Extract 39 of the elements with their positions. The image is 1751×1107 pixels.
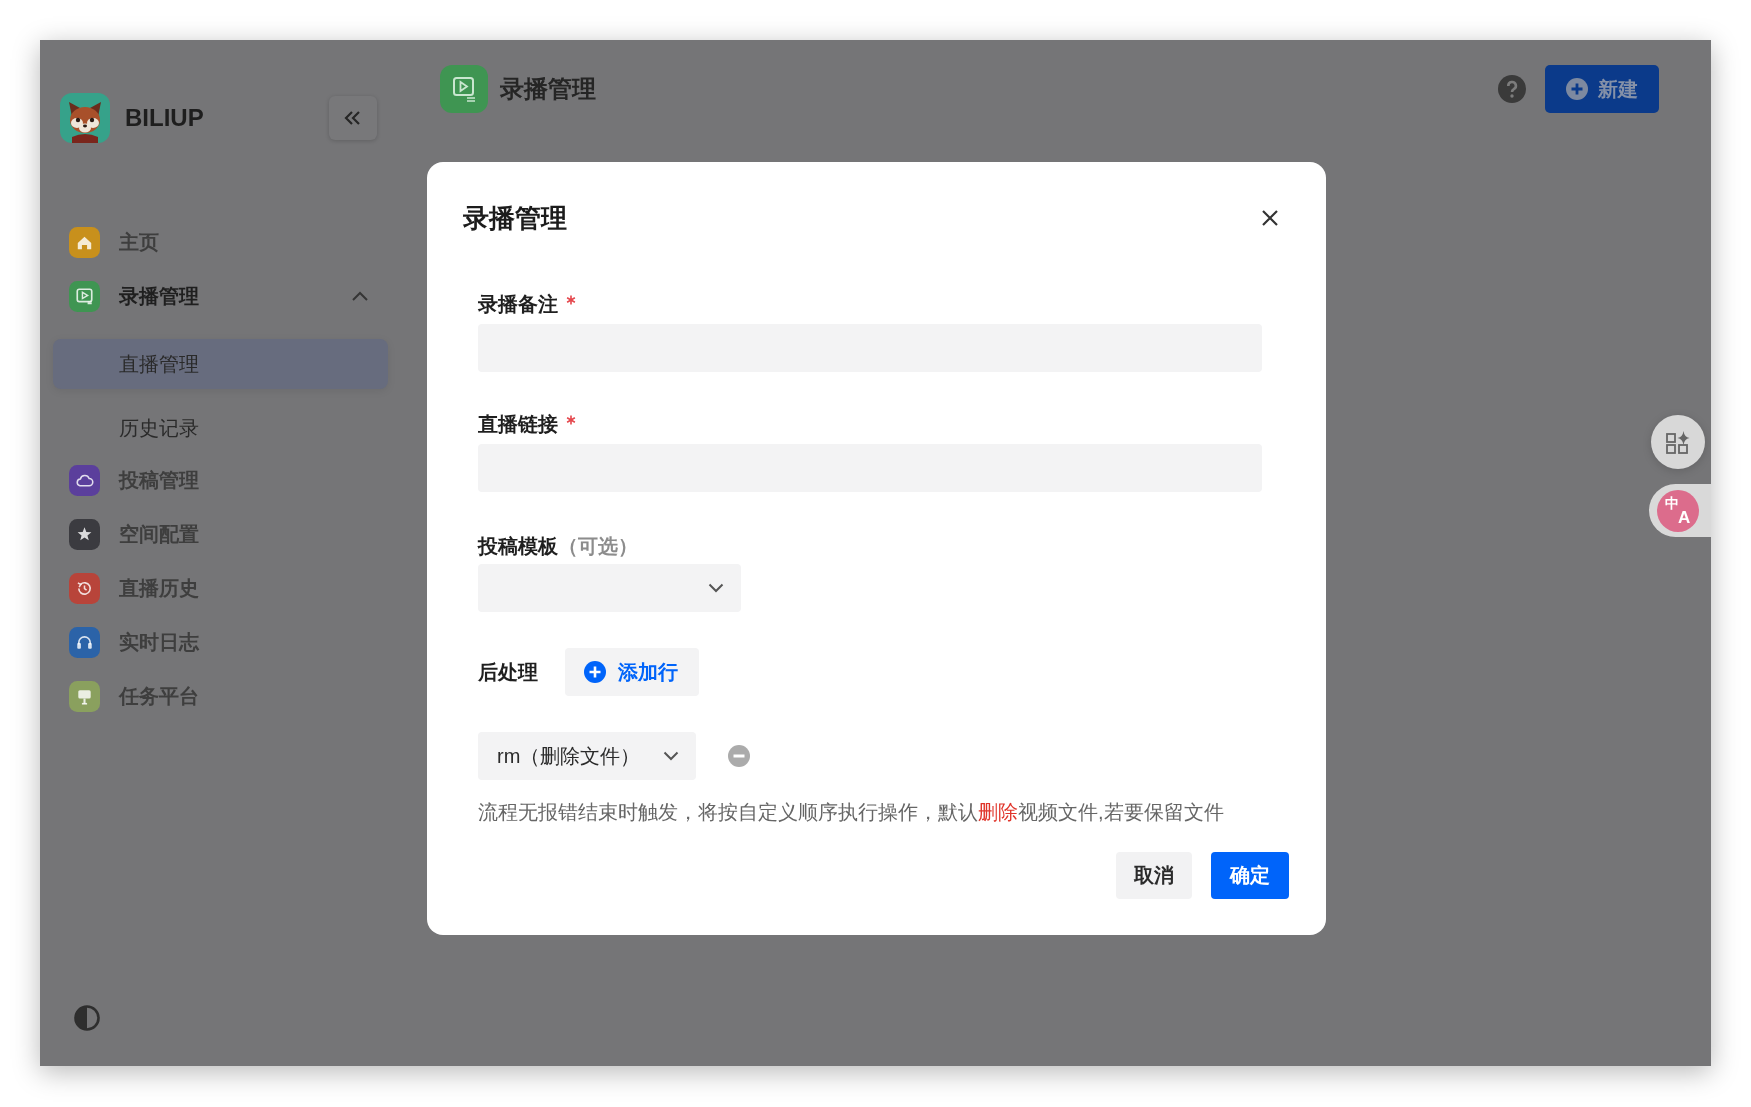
field-label: 录播备注	[478, 291, 558, 317]
chevron-down-icon	[708, 583, 724, 593]
double-chevron-left-icon	[344, 110, 362, 126]
sidebar-subitem[interactable]: 直播管理	[53, 339, 388, 389]
translate-button[interactable]: 中 A	[1649, 484, 1711, 537]
cancel-button[interactable]: 取消	[1116, 852, 1192, 899]
chevron-up-icon[interactable]	[352, 291, 368, 301]
sidebar-item[interactable]: 实时日志	[53, 615, 388, 669]
video-play-icon	[440, 65, 488, 113]
help-icon[interactable]	[1498, 75, 1526, 103]
select-field[interactable]	[478, 564, 741, 612]
add-row-button[interactable]: 添加行	[565, 648, 699, 696]
sidebar-item[interactable]: 任务平台	[53, 669, 388, 723]
help-text: 流程无报错结束时触发，将按自定义顺序执行操作，默认删除视频文件,若要保留文件	[478, 800, 1225, 824]
field-label: 直播链接	[478, 411, 558, 437]
collapse-button[interactable]	[329, 96, 377, 140]
grid-sparkle-icon[interactable]	[1651, 415, 1705, 469]
plus-circle-icon	[584, 661, 606, 683]
new-button[interactable]: 新建	[1545, 65, 1659, 113]
field-label: 投稿模板	[478, 533, 558, 559]
select-field[interactable]: rm（删除文件）	[478, 732, 696, 780]
section-label: 后处理	[478, 659, 538, 685]
sidebar-subitem[interactable]: 历史记录	[53, 403, 388, 453]
confirm-button[interactable]: 确定	[1211, 852, 1289, 899]
sidebar-item[interactable]: 直播历史	[53, 561, 388, 615]
sidebar-item[interactable]: 录播管理	[53, 269, 388, 323]
dialog-title: 录播管理	[463, 201, 567, 235]
optional-note: （可选）	[558, 533, 638, 559]
minus-circle-icon[interactable]	[728, 745, 750, 767]
sidebar-item[interactable]: 主页	[53, 215, 388, 269]
contrast-icon[interactable]	[74, 1005, 100, 1031]
chevron-down-icon	[663, 751, 679, 761]
plus-circle-icon	[1566, 78, 1588, 100]
page-title: 录播管理	[500, 74, 596, 104]
close-icon[interactable]	[1261, 209, 1279, 227]
animal-logo-icon	[60, 93, 110, 143]
app-name: BILIUP	[125, 104, 204, 132]
sidebar-item[interactable]: 投稿管理	[53, 453, 388, 507]
sidebar-item[interactable]: 空间配置	[53, 507, 388, 561]
